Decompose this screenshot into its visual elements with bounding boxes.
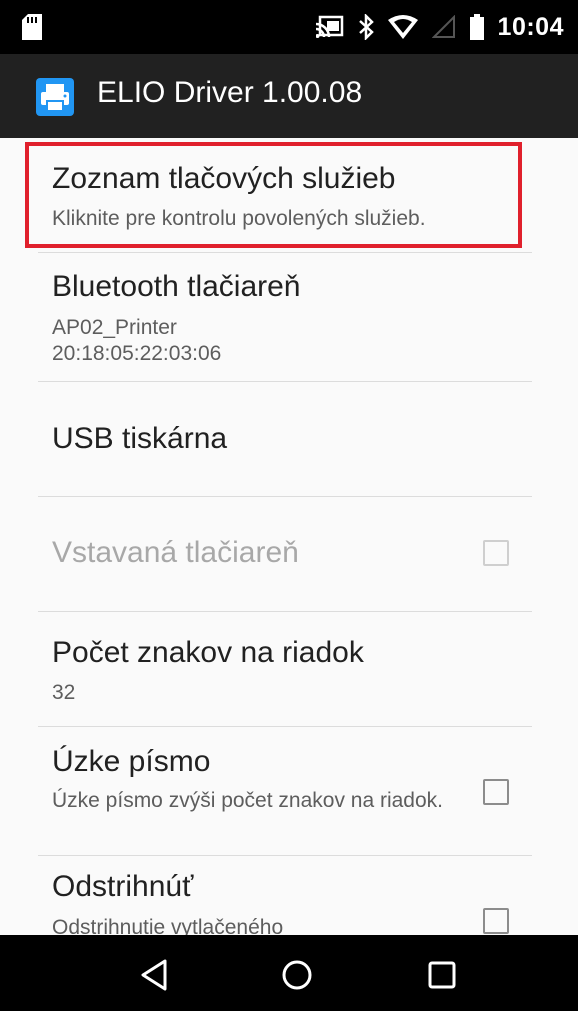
back-icon[interactable] xyxy=(134,955,174,995)
pref-title: Počet znakov na riadok xyxy=(52,636,364,669)
pref-title: Odstrihnúť xyxy=(52,870,194,903)
sd-card-icon xyxy=(22,14,42,40)
pref-summary: Úzke písmo zvýši počet znakov na riadok. xyxy=(52,789,444,812)
highlight-box xyxy=(25,142,522,248)
bluetooth-icon xyxy=(358,14,374,40)
pref-chars-per-line[interactable]: Počet znakov na riadok 32 xyxy=(0,612,578,726)
pref-narrow-font[interactable]: Úzke písmo Úzke písmo zvýši počet znakov… xyxy=(0,727,578,855)
printer-icon xyxy=(36,78,74,116)
status-icons: 10:04 xyxy=(315,0,564,54)
pref-title: Úzke písmo xyxy=(52,745,211,778)
pref-bluetooth-printer[interactable]: Bluetooth tlačiareň AP02_Printer 20:18:0… xyxy=(0,253,578,381)
home-icon[interactable] xyxy=(277,955,317,995)
cast-icon xyxy=(315,15,343,38)
battery-icon xyxy=(469,14,484,40)
bluetooth-printer-name: AP02_Printer xyxy=(52,316,177,339)
wifi-icon xyxy=(387,15,418,39)
cut-checkbox[interactable] xyxy=(483,908,509,934)
pref-cut[interactable]: Odstrihnúť Odstrihnutie vytlačeného xyxy=(0,856,578,935)
bluetooth-printer-address: 20:18:05:22:03:06 xyxy=(52,342,222,365)
pref-summary: Odstrihnutie vytlačeného xyxy=(52,916,284,935)
status-time: 10:04 xyxy=(497,12,564,41)
builtin-printer-checkbox xyxy=(483,540,509,566)
navigation-bar xyxy=(0,935,578,1011)
pref-title: Bluetooth tlačiareň xyxy=(52,270,301,303)
settings-list[interactable]: Zoznam tlačových služieb Kliknite pre ko… xyxy=(0,138,578,935)
chars-per-line-value: 32 xyxy=(52,681,76,704)
pref-title: Vstavaná tlačiareň xyxy=(52,536,299,569)
pref-title: USB tiskárna xyxy=(52,422,228,455)
pref-usb-printer[interactable]: USB tiskárna xyxy=(0,382,578,496)
pref-builtin-printer: Vstavaná tlačiareň xyxy=(0,497,578,611)
signal-icon xyxy=(431,15,455,38)
status-bar: 10:04 xyxy=(0,0,578,54)
narrow-font-checkbox[interactable] xyxy=(483,779,509,805)
app-bar: ELIO Driver 1.00.08 xyxy=(0,54,578,138)
recents-icon[interactable] xyxy=(422,955,462,995)
app-title: ELIO Driver 1.00.08 xyxy=(97,76,363,109)
